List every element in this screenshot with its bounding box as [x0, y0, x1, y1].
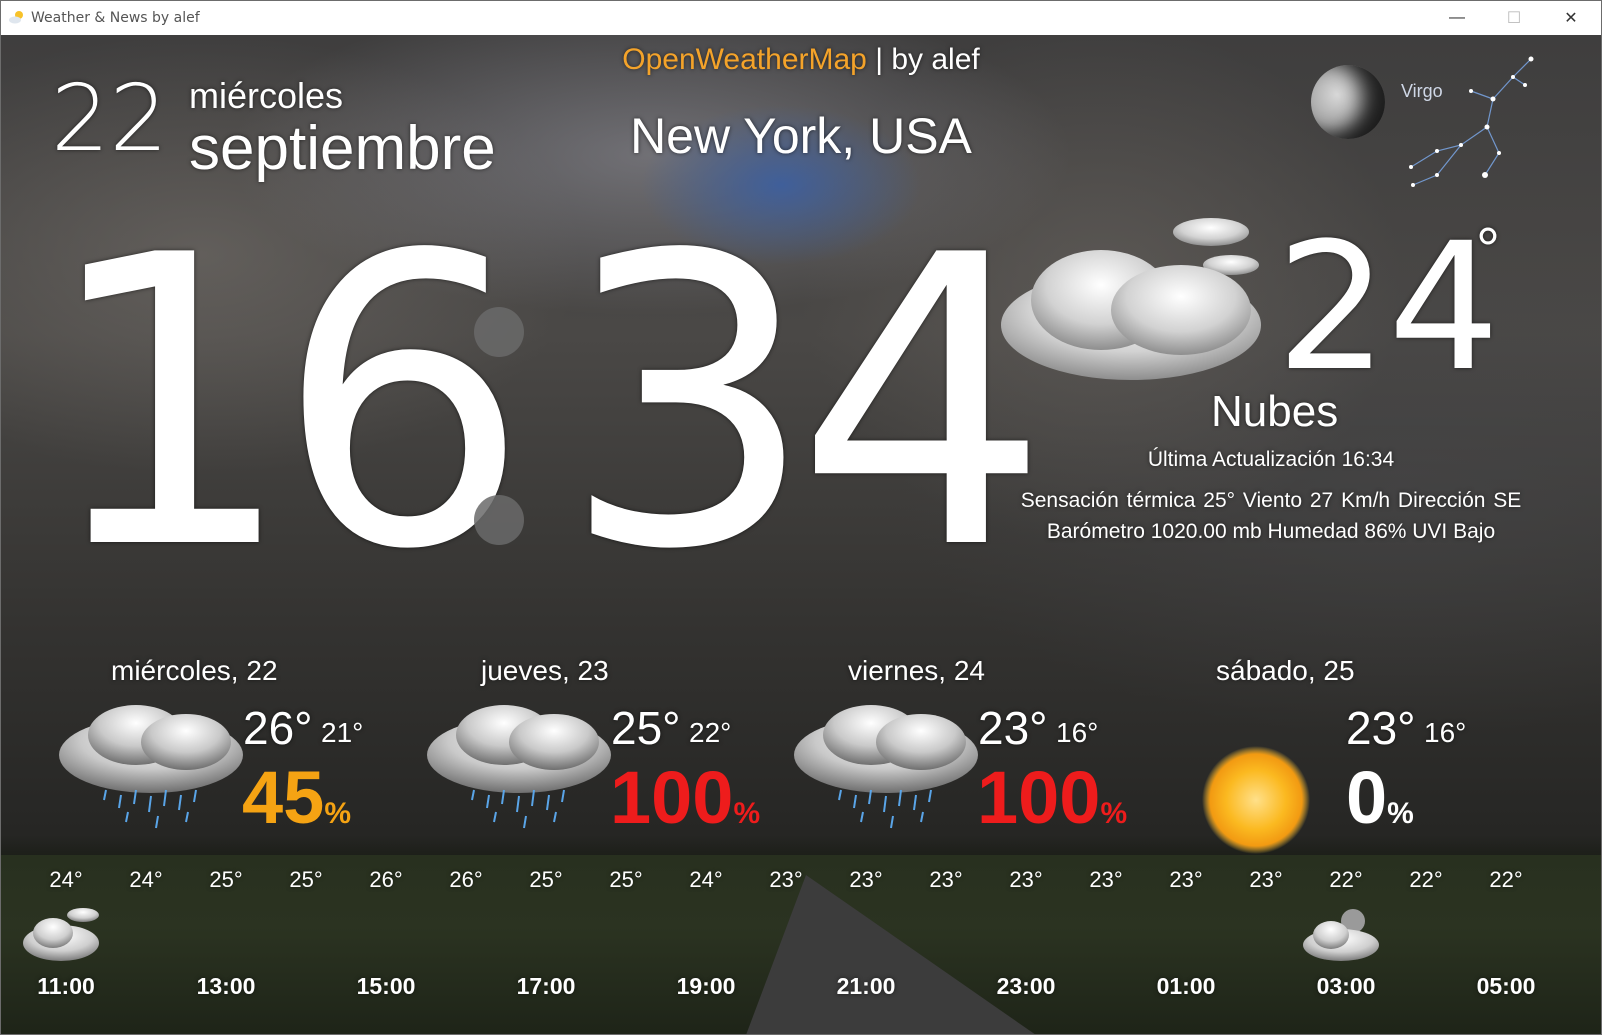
hourly-time: 23:00: [996, 973, 1056, 999]
sun-icon: [1202, 746, 1310, 854]
hourly-time: 03:00: [1316, 973, 1376, 999]
rain-cloud-icon: [794, 705, 978, 829]
hourly-time: 17:00: [516, 973, 576, 999]
weather-dashboard: OpenWeatherMap | by alef New York, USA 2…: [1, 35, 1601, 1034]
forecast-low: 16°: [1056, 717, 1099, 748]
hourly-time: 19:00: [676, 973, 736, 999]
minimize-button[interactable]: —: [1428, 1, 1486, 35]
clock-minutes: 34: [561, 172, 1050, 637]
hourly-temp: 25°: [289, 867, 323, 892]
current-temperature: 24: [1276, 205, 1500, 410]
hourly-temp: 22°: [1409, 867, 1443, 892]
app-weather-icon: [9, 11, 23, 24]
source-by: | by alef: [866, 43, 980, 76]
forecast-day-label: viernes, 24: [848, 655, 985, 686]
clock-colon-dot-bottom: [474, 495, 524, 545]
cloudy-icon: [23, 908, 99, 961]
forecast-low: 21°: [321, 717, 364, 748]
date-weekday: miércoles: [189, 75, 344, 116]
forecast-day-3: viernes, 24 23° 16° 100%: [791, 655, 1161, 865]
forecast-precipitation: 100%: [610, 755, 760, 840]
forecast-precipitation: 45%: [242, 755, 351, 840]
rain-cloud-icon: [427, 705, 611, 829]
hourly-temp: 23°: [1169, 867, 1203, 892]
current-details-line1: Sensación térmica 25° Viento 27 Km/h Dir…: [1020, 489, 1522, 512]
hourly-temp: 25°: [529, 867, 563, 892]
hourly-temp: 25°: [609, 867, 643, 892]
cloudy-icon: [1001, 218, 1261, 380]
forecast-precipitation: 0%: [1346, 755, 1414, 840]
hourly-temp: 25°: [209, 867, 243, 892]
current-description: Nubes: [1211, 387, 1339, 436]
clock-hours: 16: [41, 172, 530, 637]
hourly-temp: 23°: [929, 867, 963, 892]
moon-phase-icon: [1311, 65, 1385, 139]
source-name[interactable]: OpenWeatherMap: [622, 43, 867, 76]
pop-value: 100: [610, 756, 734, 839]
current-degree-symbol: °: [1476, 216, 1500, 283]
hourly-temp: 26°: [369, 867, 403, 892]
app-window: Weather & News by alef — ☐ ✕ OpenWeather…: [0, 0, 1602, 1035]
hourly-time: 13:00: [196, 973, 256, 999]
forecast-day-2: jueves, 23 25° 22° 100%: [424, 655, 794, 865]
forecast-high: 23°: [1346, 702, 1416, 754]
virgo-constellation-icon: [1409, 56, 1534, 187]
hourly-temp: 23°: [1249, 867, 1283, 892]
forecast-high: 26°: [243, 702, 313, 754]
forecast-precipitation: 100%: [977, 755, 1127, 840]
hourly-time-labels: 11:00 13:00 15:00 17:00 19:00 21:00 23:0…: [1, 973, 1601, 1003]
background-road: [746, 875, 1036, 1034]
hourly-temp: 23°: [1089, 867, 1123, 892]
forecast-high: 23°: [978, 702, 1048, 754]
pop-percent: %: [1100, 797, 1128, 830]
hourly-temp: 24°: [129, 867, 163, 892]
forecast-day-label: jueves, 23: [481, 655, 609, 686]
forecast-low: 22°: [689, 717, 732, 748]
hourly-time: 21:00: [836, 973, 896, 999]
window-title: Weather & News by alef: [31, 10, 200, 26]
pop-percent: %: [733, 797, 761, 830]
pop-percent: %: [324, 797, 351, 830]
pop-percent: %: [1387, 797, 1414, 830]
hourly-temp: 24°: [689, 867, 723, 892]
close-button[interactable]: ✕: [1542, 1, 1600, 35]
rain-cloud-icon: [59, 705, 243, 829]
hourly-temp: 24°: [49, 867, 83, 892]
forecast-day-label: sábado, 25: [1216, 655, 1355, 686]
last-updated: Última Actualización 16:34: [1147, 448, 1395, 471]
maximize-button[interactable]: ☐: [1485, 1, 1543, 35]
clock-colon-dot-top: [474, 307, 524, 357]
hourly-temp: 26°: [449, 867, 483, 892]
pop-value: 0: [1346, 756, 1388, 839]
forecast-day-4: sábado, 25 23° 16° 0%: [1161, 655, 1531, 865]
hourly-temp: 23°: [1009, 867, 1043, 892]
forecast-high: 25°: [611, 702, 681, 754]
date-day: 22: [51, 65, 169, 172]
hourly-time: 15:00: [356, 973, 416, 999]
pop-value: 100: [977, 756, 1101, 839]
forecast-day-label: miércoles, 22: [111, 655, 278, 686]
hourly-temperatures: 24° 24° 25° 25° 26° 26° 25° 25° 24° 23° …: [1, 867, 1601, 897]
hourly-temp: 23°: [849, 867, 883, 892]
hourly-time: 11:00: [37, 973, 95, 999]
hourly-temp: 22°: [1329, 867, 1363, 892]
current-details-line2: Barómetro 1020.00 mb Humedad 86% UVI Baj…: [1046, 520, 1496, 543]
hourly-temp: 22°: [1489, 867, 1523, 892]
hourly-temp: 23°: [769, 867, 803, 892]
title-bar[interactable]: Weather & News by alef — ☐ ✕: [1, 1, 1601, 35]
hourly-time: 05:00: [1476, 973, 1536, 999]
night-cloud-icon: [1303, 909, 1379, 961]
hourly-time: 01:00: [1156, 973, 1216, 999]
pop-value: 45: [242, 756, 325, 839]
forecast-low: 16°: [1424, 717, 1467, 748]
forecast-day-1: miércoles, 22 26° 21° 45%: [56, 655, 426, 865]
